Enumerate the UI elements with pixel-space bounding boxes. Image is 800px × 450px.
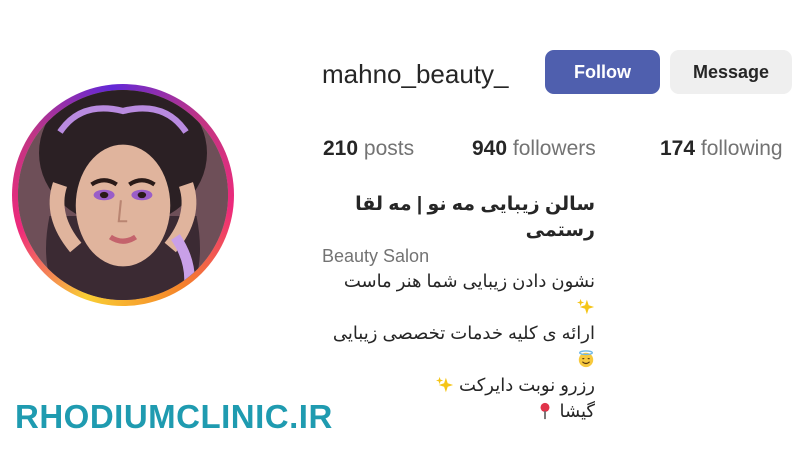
followers-stat[interactable]: 940 followers (472, 137, 596, 161)
following-count: 174 (660, 137, 696, 160)
followers-label: followers (512, 137, 596, 160)
bio-name: سالن زیبایی مه نو | مه لقا رستمی (355, 194, 595, 241)
sparkles-icon (436, 376, 454, 393)
posts-count: 210 (323, 137, 359, 160)
follow-button[interactable]: Follow (545, 50, 660, 94)
following-stat[interactable]: 174 following (660, 137, 783, 161)
followers-count: 940 (472, 137, 508, 160)
bio-line-text: رزرو نوبت دایرکت (459, 375, 595, 395)
bio-line-text: نشون دادن زیبایی شما هنر ماست (343, 271, 595, 291)
smiling-face-with-halo-icon (578, 350, 594, 368)
bio-line: نشون دادن زیبایی شما هنر ماست (322, 268, 595, 320)
posts-stat[interactable]: 210 posts (323, 137, 414, 161)
posts-label: posts (363, 137, 415, 160)
bio-line: گیشا (322, 398, 595, 424)
avatar[interactable] (18, 90, 228, 300)
bio-line: رزرو نوبت دایرکت (322, 372, 595, 398)
avatar-portrait (18, 90, 228, 300)
profile-stats: 210 posts 940 followers 174 following (0, 137, 800, 165)
round-pushpin-icon (540, 402, 550, 420)
profile-bio: سالن زیبایی مه نو | مه لقا رستمی Beauty … (322, 192, 662, 424)
following-label: following (700, 137, 783, 160)
bio-line-text: ارائه ی کلیه خدمات تخصصی زیبایی (332, 323, 595, 343)
profile-avatar-ring[interactable] (12, 84, 234, 306)
profile-username: mahno_beauty_ (322, 59, 509, 89)
bio-category: Beauty Salon (322, 246, 430, 266)
bio-line: ارائه ی کلیه خدمات تخصصی زیبایی (322, 320, 595, 372)
bio-line-text: گیشا (559, 401, 595, 421)
sparkles-icon (577, 298, 595, 315)
watermark: RHODIUMCLINIC.IR (15, 398, 333, 435)
message-button[interactable]: Message (670, 50, 792, 94)
